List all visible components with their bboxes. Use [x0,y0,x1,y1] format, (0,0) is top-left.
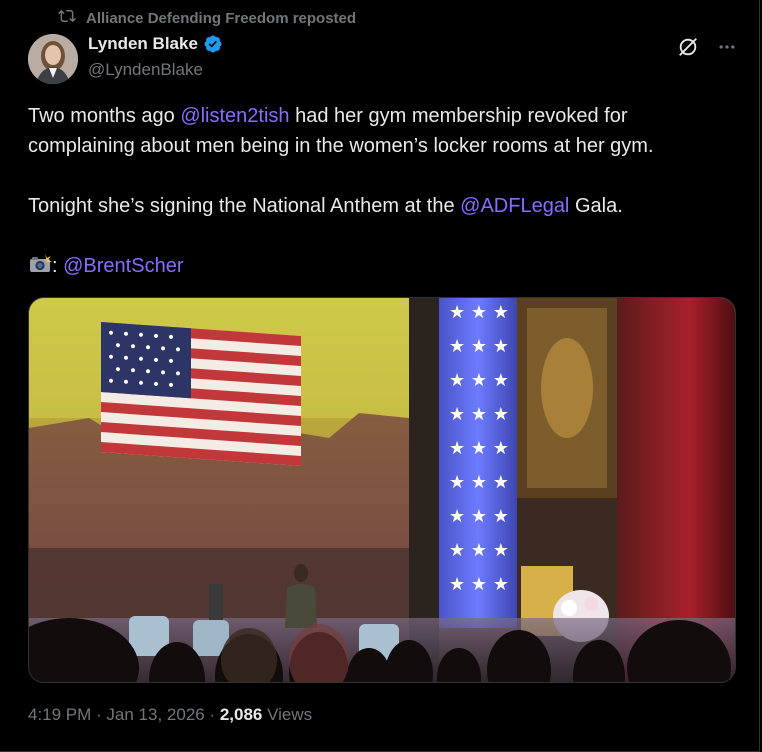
more-icon[interactable] [717,37,737,57]
camera-flash-icon [28,253,52,275]
tweet-paragraph-3: : @BrentScher [28,251,738,281]
top-actions [677,36,737,58]
tweet-time[interactable]: 4:19 PM [28,705,91,724]
mention-link-brentscher[interactable]: @BrentScher [63,255,183,277]
verified-badge-icon[interactable] [203,34,223,54]
author-display-name[interactable]: Lynden Blake [88,34,198,54]
svg-text:★ ★ ★: ★ ★ ★ [449,506,509,527]
repost-icon [58,7,76,29]
repost-indicator[interactable]: Alliance Defending Freedom reposted [58,6,356,30]
svg-text:★ ★ ★: ★ ★ ★ [449,540,509,561]
svg-text:★ ★ ★: ★ ★ ★ [449,404,509,425]
tweet-text: Two months ago @listen2tish had her gym … [28,101,738,281]
svg-text:★ ★ ★: ★ ★ ★ [449,336,509,357]
tweet-card[interactable]: Alliance Defending Freedom reposted Lynd… [0,0,760,752]
text-segment: Tonight she’s signing the National Anthe… [28,195,461,217]
author-handle[interactable]: @LyndenBlake [88,60,203,80]
mention-link-listen2tish[interactable]: @listen2tish [180,105,289,127]
author-name-row[interactable]: Lynden Blake [88,34,223,54]
views-label: Views [267,705,313,724]
svg-text:★ ★ ★: ★ ★ ★ [449,574,509,595]
meta-separator: · [91,705,107,724]
mention-link-adflegal[interactable]: @ADFLegal [460,195,569,217]
svg-text:★ ★ ★: ★ ★ ★ [449,472,509,493]
tweet-paragraph-1: Two months ago @listen2tish had her gym … [28,101,738,161]
repost-label: Alliance Defending Freedom reposted [86,9,357,27]
tweet-date[interactable]: Jan 13, 2026 [106,705,204,724]
svg-text:★ ★ ★: ★ ★ ★ [449,302,509,323]
avatar[interactable] [28,34,78,84]
tweet-paragraph-2: Tonight she’s signing the National Anthe… [28,191,738,221]
meta-separator: · [204,705,220,724]
text-segment: Two months ago [28,105,181,127]
svg-text:★ ★ ★: ★ ★ ★ [449,438,509,459]
svg-text:★ ★ ★: ★ ★ ★ [449,370,509,391]
views-count: 2,086 [219,705,263,724]
text-segment: Gala. [569,195,623,217]
event-photo-image: ★ ★ ★ ★ ★ ★ ★ ★ ★ ★ ★ ★ ★ ★ ★ ★ ★ ★ ★ ★ … [29,298,735,682]
tweet-photo[interactable]: ★ ★ ★ ★ ★ ★ ★ ★ ★ ★ ★ ★ ★ ★ ★ ★ ★ ★ ★ ★ … [28,297,736,683]
tweet-metadata: 4:19 PM · Jan 13, 2026 · 2,086 Views [28,705,312,725]
text-segment: : [52,255,64,277]
grok-icon[interactable] [677,36,699,58]
